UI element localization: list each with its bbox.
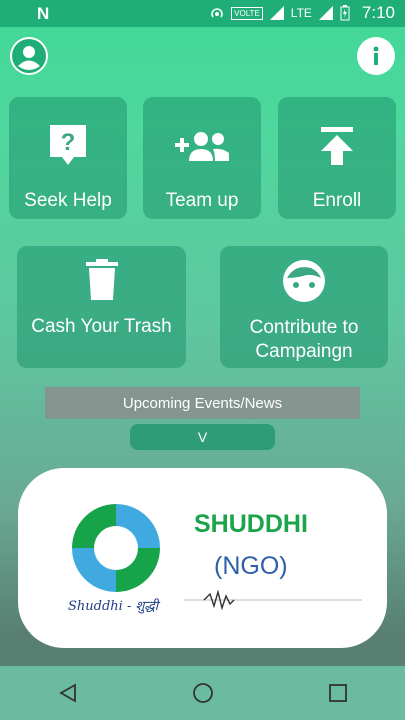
volte-label: VOLTE	[231, 6, 263, 20]
ngo-subtitle: (NGO)	[214, 552, 288, 580]
trash-can-icon	[85, 259, 118, 300]
group-add-icon	[175, 132, 229, 161]
notification-n-icon: N	[37, 4, 50, 23]
wave-line-icon	[184, 590, 362, 610]
shuddhi-logo	[72, 504, 160, 592]
seek-help-label: Seek Help	[24, 190, 112, 211]
team-up-tile[interactable]: Team up	[143, 97, 261, 219]
back-icon[interactable]	[57, 682, 79, 704]
team-up-label: Team up	[165, 190, 239, 211]
expand-toggle-label: V	[197, 429, 208, 445]
question-mark-icon: ?	[50, 125, 86, 165]
recents-icon[interactable]	[327, 682, 349, 704]
hotspot-icon	[211, 8, 223, 18]
signal-icon	[269, 6, 284, 20]
svg-text:?: ?	[61, 129, 76, 156]
contribute-label-line2: Campaingn	[255, 341, 353, 362]
seek-help-tile[interactable]: ? Seek Help	[9, 97, 127, 219]
profile-button[interactable]	[10, 37, 48, 75]
cash-trash-label: Cash Your Trash	[31, 316, 172, 337]
logo-caption: Shuddhi - शुद्धी	[68, 599, 159, 614]
signal-2-icon	[318, 6, 333, 20]
expand-toggle-button[interactable]: V	[130, 424, 275, 450]
enroll-label: Enroll	[312, 190, 362, 211]
ngo-title: SHUDDHI	[194, 510, 308, 538]
battery-icon	[340, 5, 350, 21]
status-icons: VOLTE LTE 7:10	[209, 3, 395, 23]
nav-bar	[0, 666, 405, 720]
face-icon	[283, 260, 325, 302]
clock: 7:10	[361, 3, 395, 22]
status-bar: N VOLTE LTE 7:10	[0, 0, 405, 27]
enroll-tile[interactable]: Enroll	[278, 97, 396, 219]
cash-trash-tile[interactable]: Cash Your Trash	[17, 246, 186, 368]
upcoming-events-label: Upcoming Events/News	[122, 394, 283, 412]
info-icon	[359, 39, 393, 73]
contribute-tile[interactable]: Contribute to Campaingn	[220, 246, 388, 368]
upload-arrow-icon	[321, 127, 353, 165]
info-button[interactable]	[357, 37, 395, 75]
upcoming-events-banner[interactable]: Upcoming Events/News	[45, 387, 360, 419]
contribute-label-line1: Contribute to	[249, 317, 359, 338]
home-icon[interactable]	[192, 682, 214, 704]
lte-label: LTE	[290, 6, 312, 20]
ngo-card: Shuddhi - शुद्धी SHUDDHI (NGO)	[18, 468, 387, 648]
account-circle-icon	[12, 39, 46, 73]
